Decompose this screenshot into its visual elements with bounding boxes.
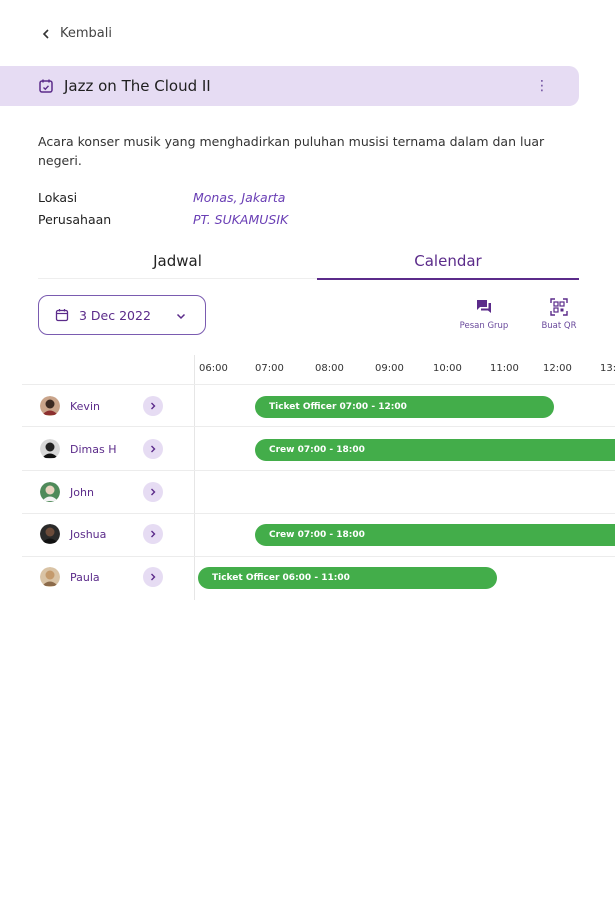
location-value: Monas, Jakarta [193,190,286,205]
shift-bar[interactable]: Crew 07:00 - 18:00 [255,439,615,461]
row-detail-button[interactable] [143,439,163,459]
group-chat-label: Pesan Grup [459,321,509,331]
table-row: Kevin [40,395,100,417]
row-detail-button[interactable] [143,567,163,587]
chevron-right-icon [151,530,156,538]
row-divider [22,426,615,427]
time-label: 10:00 [433,363,462,374]
time-label: 12:00 [543,363,572,374]
time-label: 08:00 [315,363,344,374]
chevron-right-icon [151,402,156,410]
make-qr-label: Buat QR [541,321,577,331]
qr-code-icon [550,298,568,316]
chevron-right-icon [151,445,156,453]
time-label: 13:00 [600,363,615,374]
shift-bar[interactable]: Ticket Officer 06:00 - 11:00 [198,567,497,589]
row-divider [22,470,615,471]
event-header: Jazz on The Cloud II ⋮ [0,66,579,106]
time-label: 09:00 [375,363,404,374]
chevron-down-icon [176,313,186,320]
person-name: Kevin [70,399,100,413]
row-detail-button[interactable] [143,482,163,502]
row-divider [22,556,615,557]
avatar [40,439,60,459]
shift-timeline: 06:00 07:00 08:00 09:00 10:00 11:00 12:0… [0,355,615,605]
table-row: Dimas H [40,438,116,460]
group-chat-button[interactable]: Pesan Grup [449,298,519,331]
tab-bar: Jadwal Calendar [38,248,579,280]
shift-bar[interactable]: Ticket Officer 07:00 - 12:00 [255,396,554,418]
chevron-left-icon [42,28,49,39]
calendar-icon [55,309,69,322]
company-label: Perusahaan [38,212,112,227]
timeline-divider [194,355,195,600]
shift-bar[interactable]: Crew 07:00 - 18:00 [255,524,615,546]
row-divider [22,384,615,385]
location-label: Lokasi [38,190,78,205]
time-label: 11:00 [490,363,519,374]
avatar [40,396,60,416]
table-row: Joshua [40,523,106,545]
date-value: 3 Dec 2022 [79,307,151,323]
back-label: Kembali [60,26,112,41]
avatar [40,567,60,587]
make-qr-button[interactable]: Buat QR [524,298,594,331]
time-label: 06:00 [199,363,228,374]
avatar [40,482,60,502]
event-title: Jazz on The Cloud II [64,77,211,95]
row-divider [22,513,615,514]
table-row: John [40,481,94,503]
row-detail-button[interactable] [143,524,163,544]
tab-jadwal[interactable]: Jadwal [38,248,317,278]
more-vertical-icon[interactable]: ⋮ [535,78,549,94]
person-name: Dimas H [70,442,117,456]
chevron-right-icon [151,488,156,496]
time-label: 07:00 [255,363,284,374]
tab-calendar[interactable]: Calendar [317,248,579,280]
company-value: PT. SUKAMUSIK [193,212,289,227]
table-row: Paula [40,566,100,588]
back-button[interactable]: Kembali [40,26,112,41]
person-name: John [70,485,94,499]
chat-icon [477,300,491,313]
date-picker[interactable]: 3 Dec 2022 [38,295,206,335]
chevron-right-icon [151,573,156,581]
row-detail-button[interactable] [143,396,163,416]
event-description: Acara konser musik yang menghadirkan pul… [38,134,545,168]
calendar-check-icon [39,79,53,93]
person-name: Joshua [70,527,107,541]
person-name: Paula [70,570,100,584]
avatar [40,524,60,544]
